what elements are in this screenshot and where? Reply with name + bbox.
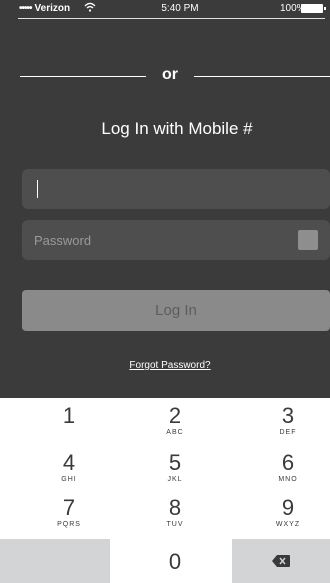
key-letters: PQRS xyxy=(57,521,81,528)
key-6[interactable]: 6 MNO xyxy=(233,451,330,484)
carrier-name: Verizon xyxy=(34,3,71,14)
key-letters: MNO xyxy=(278,476,298,483)
status-time: 5:40 PM xyxy=(161,3,199,14)
status-bar: ••••• Verizon 5:40 PM 100% xyxy=(0,0,330,20)
key-letters: GHI xyxy=(61,476,77,483)
key-letters: JKL xyxy=(167,476,183,483)
divider-line-left xyxy=(20,76,146,77)
key-digit: 1 xyxy=(62,403,76,428)
mobile-number-input[interactable] xyxy=(22,169,330,209)
carrier-label: ••••• Verizon xyxy=(19,3,70,14)
login-button[interactable]: Log In xyxy=(22,290,330,331)
password-placeholder: Password xyxy=(34,233,92,248)
key-digit: 3 xyxy=(281,403,295,428)
key-digit: 4 xyxy=(62,450,76,475)
key-0[interactable]: 0 xyxy=(120,550,230,574)
battery-icon xyxy=(301,4,326,13)
key-8[interactable]: 8 TUV xyxy=(120,496,230,529)
login-screen: ••••• Verizon 5:40 PM 100% or Log In with… xyxy=(0,0,330,398)
key-digit: 8 xyxy=(168,495,182,520)
numeric-keypad: 1 2 ABC 3 DEF 4 GHI 5 JKL 6 MNO 7 PQRS 8… xyxy=(0,398,330,583)
show-password-toggle[interactable] xyxy=(298,230,318,250)
signal-dots-icon: ••••• xyxy=(19,3,32,14)
backspace-icon xyxy=(272,555,290,567)
divider-line-right xyxy=(194,76,330,77)
password-input[interactable]: Password xyxy=(22,220,330,260)
key-letters: DEF xyxy=(279,429,297,436)
divider-or-text: or xyxy=(162,66,178,83)
key-letters: ABC xyxy=(166,429,184,436)
or-divider: or xyxy=(0,66,330,86)
key-2[interactable]: 2 ABC xyxy=(120,404,230,437)
key-digit: 7 xyxy=(62,495,76,520)
wifi-icon xyxy=(84,2,96,12)
key-digit: 9 xyxy=(281,495,295,520)
page-title: Log In with Mobile # xyxy=(101,119,253,138)
key-letters: TUV xyxy=(166,521,184,528)
key-digit: 2 xyxy=(168,403,182,428)
status-underline xyxy=(18,18,325,19)
text-caret xyxy=(37,180,38,198)
key-digit: 5 xyxy=(168,450,182,475)
forgot-password-link[interactable]: Forgot Password? xyxy=(0,360,330,371)
key-letters: WXYZ xyxy=(275,521,301,528)
delete-key[interactable] xyxy=(232,539,330,583)
key-1[interactable]: 1 xyxy=(14,404,124,428)
key-3[interactable]: 3 DEF xyxy=(233,404,330,437)
key-9[interactable]: 9 WXYZ xyxy=(233,496,330,529)
key-blank xyxy=(0,539,110,583)
key-digit: 6 xyxy=(281,450,295,475)
key-digit: 0 xyxy=(168,549,182,574)
key-5[interactable]: 5 JKL xyxy=(120,451,230,484)
key-7[interactable]: 7 PQRS xyxy=(14,496,124,529)
key-4[interactable]: 4 GHI xyxy=(14,451,124,484)
